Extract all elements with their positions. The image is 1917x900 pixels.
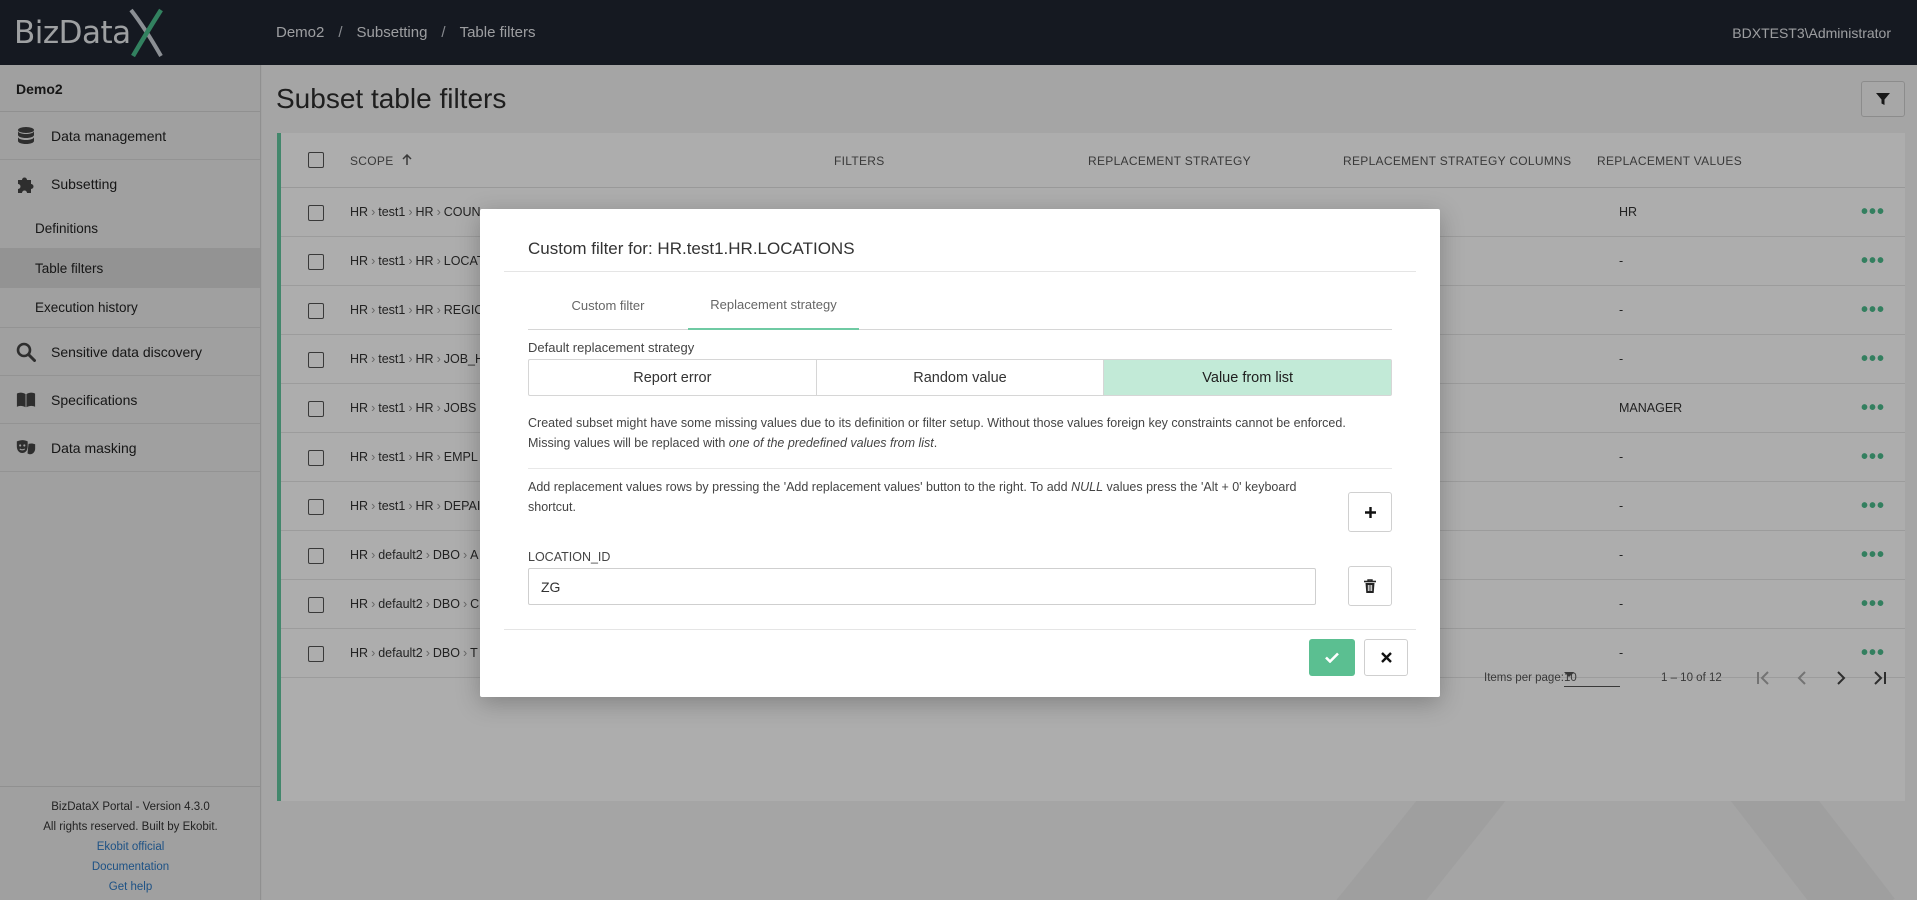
confirm-button[interactable]	[1309, 639, 1355, 676]
option-value-from-list[interactable]: Value from list	[1104, 360, 1392, 395]
location-id-input[interactable]: ZG	[528, 568, 1316, 605]
option-random-value[interactable]: Random value	[817, 360, 1105, 395]
tab-replacement-strategy[interactable]: Replacement strategy	[688, 280, 859, 330]
delete-row-button[interactable]	[1348, 566, 1392, 606]
check-icon	[1325, 652, 1339, 663]
location-id-label: LOCATION_ID	[528, 550, 611, 564]
description-line-1: Created subset might have some missing v…	[528, 416, 1346, 430]
strategy-description: Created subset might have some missing v…	[528, 413, 1378, 453]
trash-icon	[1364, 579, 1376, 593]
description-prefix: Missing values will be replaced with	[528, 436, 729, 450]
dialog-tabs: Custom filter Replacement strategy	[528, 280, 1392, 330]
help-null-emphasis: NULL	[1071, 480, 1104, 494]
add-replacement-values-button[interactable]	[1348, 492, 1392, 532]
divider	[504, 271, 1416, 272]
default-strategy-label: Default replacement strategy	[528, 340, 695, 355]
option-report-error[interactable]: Report error	[529, 360, 817, 395]
tab-custom-filter[interactable]: Custom filter	[528, 280, 688, 330]
description-line-2: Missing values will be replaced with one…	[528, 433, 1378, 453]
replacement-values-help: Add replacement values rows by pressing …	[528, 477, 1338, 517]
description-emphasis: one of the predefined values from list	[728, 436, 934, 450]
divider	[504, 629, 1416, 630]
replacement-strategy-toggle: Report error Random value Value from lis…	[528, 359, 1392, 396]
help-text-1: Add replacement values rows by pressing …	[528, 480, 1072, 494]
plus-icon	[1364, 506, 1376, 518]
dialog-title: Custom filter for: HR.test1.HR.LOCATIONS	[528, 239, 855, 258]
cancel-button[interactable]	[1364, 639, 1408, 676]
custom-filter-dialog: Custom filter for: HR.test1.HR.LOCATIONS…	[480, 209, 1440, 697]
divider	[528, 468, 1392, 469]
description-suffix: .	[933, 436, 938, 450]
close-icon	[1380, 652, 1392, 663]
